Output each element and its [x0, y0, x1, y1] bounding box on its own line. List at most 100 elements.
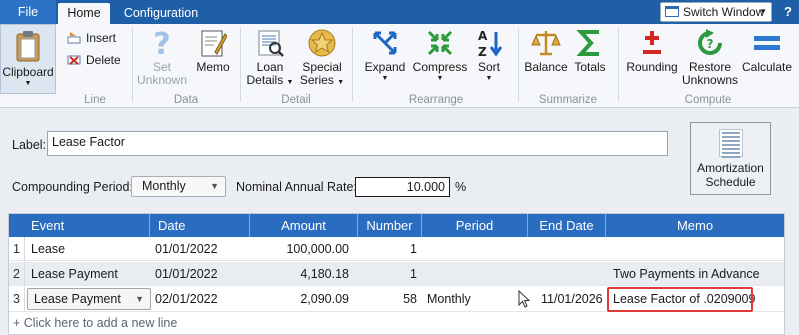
group-label-compute: Compute	[684, 94, 732, 106]
insert-button[interactable]: Insert	[66, 30, 116, 46]
cell-period[interactable]: Monthly	[427, 287, 471, 311]
calculate-label: Calculate	[741, 60, 793, 74]
special-series-button[interactable]: Special Series ▼	[298, 28, 346, 89]
star-icon	[308, 29, 336, 57]
event-select-value: Lease Payment	[34, 292, 121, 306]
set-unknown-label-2: Unknown	[136, 73, 188, 87]
percent-sign: %	[455, 180, 467, 194]
header-number[interactable]: Number	[357, 214, 421, 237]
expand-button[interactable]: Expand ▼	[362, 28, 408, 84]
cell-event[interactable]: Lease	[31, 237, 65, 261]
delete-icon	[67, 55, 81, 65]
help-icon[interactable]: ?	[781, 3, 795, 20]
cell-number[interactable]: 1	[357, 237, 417, 261]
header-memo[interactable]: Memo	[605, 214, 784, 237]
row-number: 3	[9, 287, 25, 311]
cell-event[interactable]: Lease Payment	[31, 262, 118, 286]
amortization-table-icon	[719, 129, 743, 158]
sigma-icon	[576, 30, 599, 56]
nominal-rate-input[interactable]: 10.000	[355, 177, 450, 197]
cell-amount[interactable]: 100,000.00	[249, 237, 349, 261]
loan-details-button[interactable]: Loan Details ▼	[246, 28, 294, 89]
compounding-period-select[interactable]: Monthly ▼	[131, 176, 226, 197]
cell-date[interactable]: 01/01/2022	[155, 262, 218, 286]
memo-highlight-box	[607, 287, 753, 312]
svg-text:Z: Z	[478, 45, 487, 58]
grid-scrollbar[interactable]	[785, 213, 791, 335]
tab-configuration[interactable]: Configuration	[118, 3, 204, 24]
switch-window-button[interactable]: Switch Window ▼	[660, 2, 772, 22]
header-amount[interactable]: Amount	[249, 214, 357, 237]
chevron-down-icon: ▼	[24, 80, 32, 87]
nominal-rate-label: Nominal Annual Rate:	[236, 180, 357, 194]
chevron-down-icon: ▼	[210, 181, 219, 191]
cell-number[interactable]: 58	[357, 287, 417, 311]
expand-icon	[373, 31, 397, 55]
table-row[interactable]: 3 Lease Payment ▼ 02/01/2022 2,090.09 58…	[9, 287, 784, 312]
insert-label: Insert	[86, 31, 117, 45]
amortization-label-1: Amortization	[697, 161, 764, 175]
tab-home[interactable]: Home	[58, 3, 110, 24]
chevron-down-icon: ▼	[436, 75, 444, 82]
totals-button[interactable]: Totals	[572, 28, 608, 74]
sort-button[interactable]: A Z Sort ▼	[472, 28, 506, 84]
cell-date[interactable]: 01/01/2022	[155, 237, 218, 261]
header-event[interactable]: Event	[25, 214, 149, 237]
header-period[interactable]: Period	[421, 214, 527, 237]
clipboard-button[interactable]: Clipboard ▼	[0, 24, 56, 94]
svg-text:?: ?	[153, 28, 170, 58]
group-divider	[352, 28, 353, 102]
cell-date[interactable]: 02/01/2022	[155, 287, 218, 311]
loan-details-label-1: Loan	[256, 60, 284, 74]
label-input[interactable]: Lease Factor	[47, 131, 668, 156]
cell-number[interactable]: 1	[357, 262, 417, 286]
memo-button[interactable]: Memo	[192, 28, 234, 74]
group-label-detail: Detail	[281, 94, 311, 106]
group-divider	[618, 28, 619, 102]
amortization-label-2: Schedule	[705, 175, 756, 189]
ribbon-home: Clipboard ▼ Insert Delete Line ? Set Unk…	[0, 24, 799, 108]
group-label-summarize: Summarize	[538, 94, 598, 106]
header-end-date[interactable]: End Date	[527, 214, 605, 237]
tab-file[interactable]: File	[0, 0, 56, 24]
cell-amount[interactable]: 2,090.09	[249, 287, 349, 311]
rounding-button[interactable]: Rounding	[624, 28, 680, 74]
delete-button[interactable]: Delete	[66, 52, 121, 68]
chevron-down-icon: ▼	[381, 75, 389, 82]
restore-unknowns-label-1: Restore	[688, 60, 732, 74]
cash-flow-grid: Event Date Amount Number Period End Date…	[8, 213, 785, 335]
question-mark-icon: ?	[153, 28, 170, 58]
cell-memo[interactable]: Two Payments in Advance	[613, 262, 760, 286]
switch-window-label: Switch Window	[683, 5, 765, 19]
grid-header: Event Date Amount Number Period End Date…	[9, 214, 784, 237]
balance-button[interactable]: Balance	[524, 28, 568, 74]
chevron-down-icon: ▼	[759, 7, 767, 16]
cell-end-date[interactable]: 11/01/2026	[541, 287, 603, 311]
plus-minus-icon	[643, 31, 661, 54]
rounding-label: Rounding	[626, 60, 678, 74]
group-label-line: Line	[84, 94, 106, 106]
sort-label: Sort	[477, 60, 500, 74]
row-number: 1	[9, 237, 25, 261]
group-divider	[132, 28, 133, 102]
amortization-schedule-button[interactable]: Amortization Schedule	[690, 122, 771, 195]
totals-label: Totals	[574, 60, 606, 74]
table-row[interactable]: 2 Lease Payment 01/01/2022 4,180.18 1 Tw…	[9, 262, 784, 286]
cell-amount[interactable]: 4,180.18	[249, 262, 349, 286]
header-rownum	[9, 214, 25, 237]
header-date[interactable]: Date	[149, 214, 249, 237]
sort-az-icon: A Z	[478, 29, 503, 58]
special-series-label-2: Series	[299, 73, 334, 87]
loan-details-label-2: Details	[246, 73, 284, 87]
mouse-cursor-icon	[518, 290, 530, 308]
calculate-button[interactable]: Calculate	[740, 28, 794, 74]
expand-label: Expand	[364, 60, 406, 74]
restore-unknowns-button[interactable]: ? Restore Unknowns	[682, 28, 738, 87]
set-unknown-button[interactable]: ? Set Unknown	[136, 28, 188, 87]
chevron-down-icon: ▼	[485, 75, 493, 82]
table-row[interactable]: 1 Lease 01/01/2022 100,000.00 1	[9, 237, 784, 261]
compounding-period-value: Monthly	[142, 179, 186, 193]
event-select[interactable]: Lease Payment ▼	[27, 288, 151, 310]
add-new-line[interactable]: + Click here to add a new line	[9, 312, 784, 334]
compress-button[interactable]: Compress ▼	[412, 28, 468, 84]
